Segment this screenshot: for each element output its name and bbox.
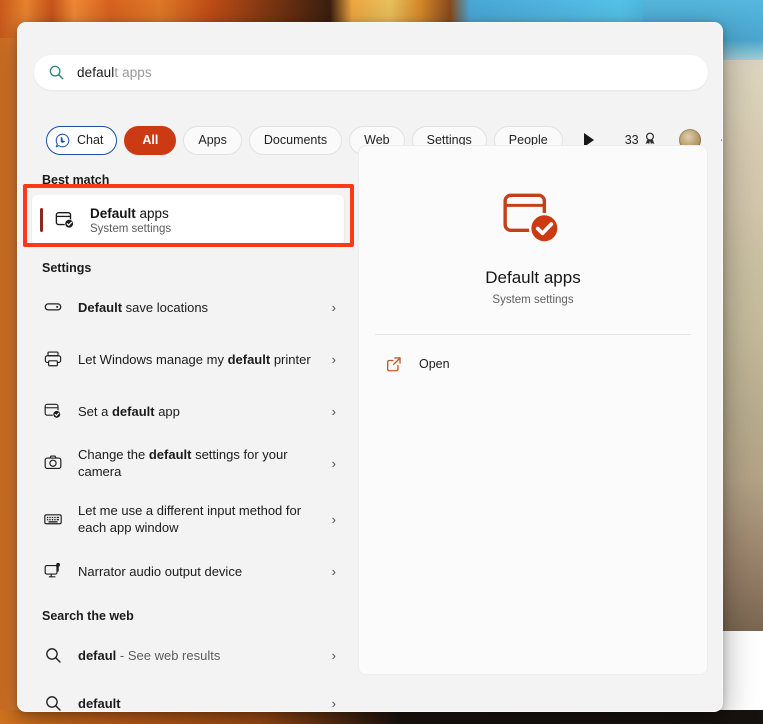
search-results-list: Best match Default apps System settings … (18, 163, 354, 711)
result-label: Narrator audio output device (78, 563, 243, 579)
taskbar-strip (0, 710, 763, 724)
selection-accent-bar (40, 208, 43, 232)
default-app-icon (42, 400, 64, 422)
chevron-right-icon: › (331, 511, 336, 527)
result-label: default (78, 695, 121, 711)
wallpaper-wall (717, 60, 763, 660)
best-match-title-rest: apps (135, 205, 169, 221)
result-set-default-app[interactable]: Set a default app › (32, 387, 344, 435)
chevron-right-icon: › (331, 563, 336, 579)
search-icon (49, 65, 64, 80)
chip-documents-label: Documents (263, 133, 328, 147)
result-narrator-audio-output[interactable]: Narrator audio output device › (32, 547, 344, 595)
result-default-save-locations[interactable]: Default save locations › (32, 283, 344, 331)
search-suggestion-text: t apps (114, 65, 152, 80)
keyboard-icon (42, 508, 64, 530)
search-typed-text: defaul (77, 65, 115, 80)
chevron-right-icon: › (331, 351, 336, 367)
chip-documents[interactable]: Documents (248, 125, 343, 155)
result-label: Change the default settings for your cam… (78, 447, 288, 479)
preview-divider (375, 334, 691, 335)
result-web-default[interactable]: default › (32, 679, 344, 711)
search-icon (42, 644, 64, 666)
preview-subtitle: System settings (492, 294, 574, 306)
narrator-icon (42, 560, 64, 582)
printer-icon (42, 348, 64, 370)
result-label: defaul - See web results (78, 647, 221, 663)
preview-open-action[interactable]: Open (369, 344, 697, 384)
preview-title: Default apps (485, 268, 581, 287)
best-match-subtitle: System settings (90, 222, 172, 235)
chevron-right-icon: › (331, 647, 336, 663)
chevron-right-icon: › (331, 695, 336, 711)
search-input[interactable]: defaul t apps (34, 55, 708, 90)
save-location-icon (42, 296, 64, 318)
best-match-heading: Best match (42, 173, 110, 187)
settings-heading: Settings (42, 261, 92, 275)
result-label: Let me use a different input method for … (78, 503, 302, 535)
chevron-right-icon: › (331, 299, 336, 315)
chip-apps[interactable]: Apps (183, 125, 242, 155)
result-label: Set a default app (78, 403, 180, 419)
result-preview-pane: Default apps System settings Open (358, 145, 708, 675)
result-best-match-default-apps[interactable]: Default apps System settings (32, 195, 344, 245)
best-match-title: Default apps (90, 206, 171, 222)
camera-icon (42, 452, 64, 474)
result-web-defaul[interactable]: defaul - See web results › (32, 631, 344, 679)
default-apps-icon-large (503, 193, 560, 244)
bing-chat-icon (55, 133, 70, 147)
open-external-icon (387, 357, 401, 372)
result-input-method-per-window[interactable]: Let me use a different input method for … (32, 491, 344, 547)
open-label: Open (419, 357, 450, 371)
result-label: Let Windows manage my default printer (78, 351, 311, 367)
search-icon (42, 692, 64, 711)
chevron-right-icon: › (331, 403, 336, 419)
result-default-printer[interactable]: Let Windows manage my default printer › (32, 331, 344, 387)
chip-chat-label: Chat (77, 133, 104, 147)
chip-apps-label: Apps (198, 133, 227, 147)
result-label: Default save locations (78, 299, 209, 315)
chevron-right-icon: › (331, 455, 336, 471)
default-apps-icon (55, 211, 74, 229)
windows-search-flyout: defaul t apps Chat All Apps Documents We… (17, 22, 723, 712)
best-match-title-bold: Default (90, 205, 136, 221)
chip-all[interactable]: All (124, 125, 177, 155)
more-options-button[interactable]: ··· (720, 132, 722, 147)
result-camera-default-settings[interactable]: Change the default settings for your cam… (32, 435, 344, 491)
search-web-heading: Search the web (42, 609, 134, 623)
chip-all-label: All (142, 133, 159, 147)
chip-chat[interactable]: Chat (46, 125, 118, 155)
